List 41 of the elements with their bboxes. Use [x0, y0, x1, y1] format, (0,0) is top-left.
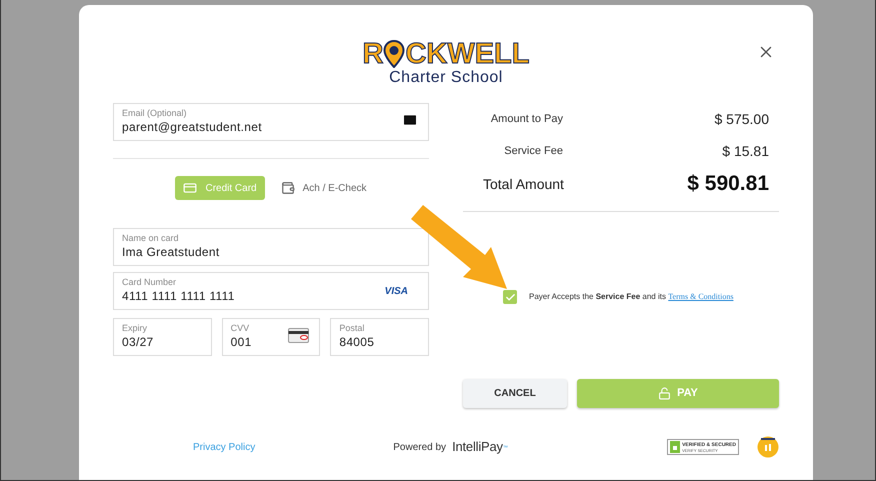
input-field[interactable]: Expiry 03/27	[113, 318, 212, 356]
summary-label: Amount to Pay	[490, 112, 563, 127]
field-value: 001	[230, 334, 252, 351]
terms-link[interactable]: Terms & Conditions	[668, 292, 734, 301]
summary-amount: $ 590.81	[687, 171, 769, 198]
agreement-text: Payer Accepts the Service Fee and its Terms & Conditions	[529, 291, 734, 303]
cancel-button[interactable]: CANCEL	[463, 379, 567, 408]
summary-label: Total Amount	[483, 174, 564, 194]
card-brand-logo: VISA	[384, 285, 408, 299]
payment-method-tab[interactable]: Ach / E-Check	[272, 176, 375, 200]
lock-icon	[658, 387, 672, 400]
card-back-icon	[288, 328, 310, 343]
field-label: Expiry	[122, 322, 148, 334]
field-label: Email (Optional)	[122, 107, 188, 119]
input-field[interactable]: Postal 84005	[330, 318, 430, 356]
seal-icon	[757, 436, 779, 458]
intellipay-logo: IntelliPay$^{™}$	[452, 438, 508, 456]
summary-amount: $ 575.00	[714, 110, 769, 128]
agreement-checkbox[interactable]	[503, 290, 517, 304]
input-field[interactable]: CVV 001	[222, 318, 320, 356]
field-label: Postal	[339, 322, 366, 334]
field-label: Card Number	[122, 276, 178, 288]
field-label: Name on card	[122, 232, 180, 244]
field-value: parent@greatstudent.net	[122, 119, 262, 136]
map-pin-icon	[383, 40, 406, 68]
powered-by-text: Powered by	[393, 440, 446, 454]
field-label: CVV	[230, 322, 250, 334]
school-logo: R CKWELL	[362, 39, 530, 69]
field-value: 84005	[339, 334, 374, 351]
input-field[interactable]: Email (Optional) parent@greatstudent.net	[113, 103, 429, 141]
input-field[interactable]: Name on card Ima Greatstudent	[113, 228, 429, 266]
summary-label: Service Fee	[503, 144, 563, 159]
wallet-icon	[280, 181, 295, 195]
field-value: 03/27	[122, 334, 154, 351]
field-value: Ima Greatstudent	[122, 244, 220, 261]
summary-amount: $ 15.81	[722, 142, 769, 160]
credit-card-icon	[183, 181, 198, 195]
field-value: 4111 1111 1111 1111	[122, 288, 235, 305]
school-subtitle: Charter School	[389, 69, 503, 87]
check-icon	[504, 292, 516, 302]
input-field[interactable]: Card Number 4111 1111 1111 1111 VISA	[113, 272, 429, 310]
